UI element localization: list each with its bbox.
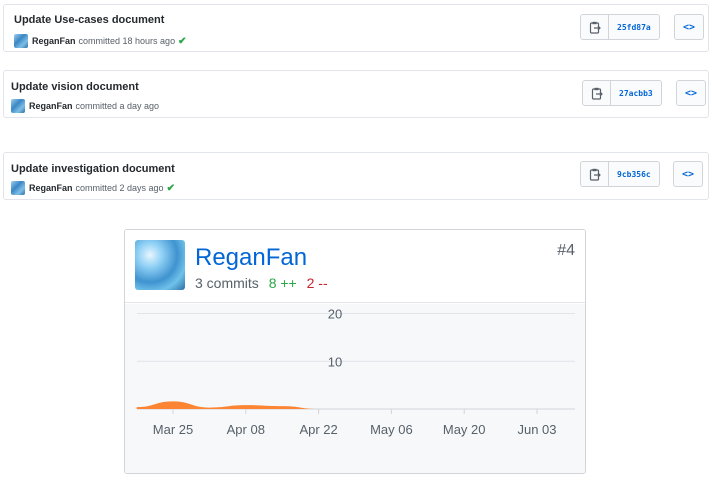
commit-meta: ReganFan committed 18 hours ago ✔ (14, 34, 186, 48)
y-tick-label: 10 (328, 354, 342, 369)
contributor-rank: #4 (557, 242, 575, 259)
browse-code-button[interactable]: <> (673, 161, 703, 187)
contributor-avatar[interactable] (135, 240, 185, 290)
copy-sha-button[interactable] (581, 162, 609, 186)
verified-check-icon: ✔ (178, 35, 187, 47)
x-tick-label: May 06 (370, 422, 413, 437)
clipboard-icon (589, 168, 601, 181)
contribution-chart-area: 10 20 Mar 25 Apr 08 Apr 22 May 06 May 20 Jun 03… (125, 304, 585, 473)
sha-button-group: 9cb356c (580, 161, 660, 187)
commit-item: Update vision document ReganFan committe… (3, 70, 709, 118)
avatar[interactable] (11, 181, 25, 195)
commit-title-link[interactable]: Update Use-cases document (14, 14, 164, 26)
avatar[interactable] (11, 99, 25, 113)
x-tick-label: Jun 03 (517, 422, 556, 437)
commit-title-link[interactable]: Update vision document (11, 81, 139, 93)
x-tick-label: Apr 08 (227, 422, 265, 437)
contributor-stats: 3 commits 8 ++ 2 -- (195, 275, 328, 291)
author-link[interactable]: ReganFan (29, 183, 73, 193)
avatar[interactable] (14, 34, 28, 48)
y-tick-label: 20 (328, 307, 342, 322)
contribution-chart: 10 20 Mar 25 Apr 08 Apr 22 May 06 May 20 Jun 03… (136, 307, 575, 437)
x-tick-label: Apr 22 (299, 422, 337, 437)
clipboard-icon (589, 21, 601, 34)
commit-title-link[interactable]: Update investigation document (11, 163, 175, 175)
commit-time: committed 18 hours ago (78, 36, 176, 46)
author-link[interactable]: ReganFan (29, 101, 73, 111)
contributor-card: ReganFan 3 commits 8 ++ 2 -- #4 10 20 Mar … (124, 229, 586, 474)
contributor-header: ReganFan 3 commits 8 ++ 2 -- #4 (125, 230, 585, 303)
x-tick-label: May 20 (443, 422, 486, 437)
commit-item: Update investigation document ReganFan c… (3, 152, 709, 200)
commit-meta: ReganFan committed 2 days ago ✔ (11, 181, 175, 195)
x-tick-label: Mar 25 (153, 422, 193, 437)
sha-button-group: 27acbb3 (582, 80, 662, 106)
sha-button-group: 25fd87a (580, 14, 660, 40)
deletions-count: 2 -- (306, 275, 328, 291)
sha-link[interactable]: 9cb356c (609, 162, 659, 186)
commit-time: committed a day ago (75, 101, 160, 111)
sha-link[interactable]: 25fd87a (609, 15, 659, 39)
copy-sha-button[interactable] (583, 81, 611, 105)
commits-area-series (136, 401, 319, 409)
author-link[interactable]: ReganFan (32, 36, 76, 46)
contributor-name-link[interactable]: ReganFan (195, 244, 307, 272)
commit-time: committed 2 days ago (75, 183, 164, 193)
copy-sha-button[interactable] (581, 15, 609, 39)
commits-count-link[interactable]: 3 commits (195, 275, 259, 291)
additions-count: 8 ++ (268, 275, 297, 291)
browse-code-button[interactable]: <> (674, 14, 704, 40)
sha-link[interactable]: 27acbb3 (611, 81, 661, 105)
browse-code-button[interactable]: <> (676, 80, 706, 106)
verified-check-icon: ✔ (166, 182, 175, 194)
commit-item: Update Use-cases document ReganFan commi… (3, 4, 709, 52)
clipboard-icon (591, 87, 603, 100)
commit-meta: ReganFan committed a day ago (11, 99, 159, 113)
